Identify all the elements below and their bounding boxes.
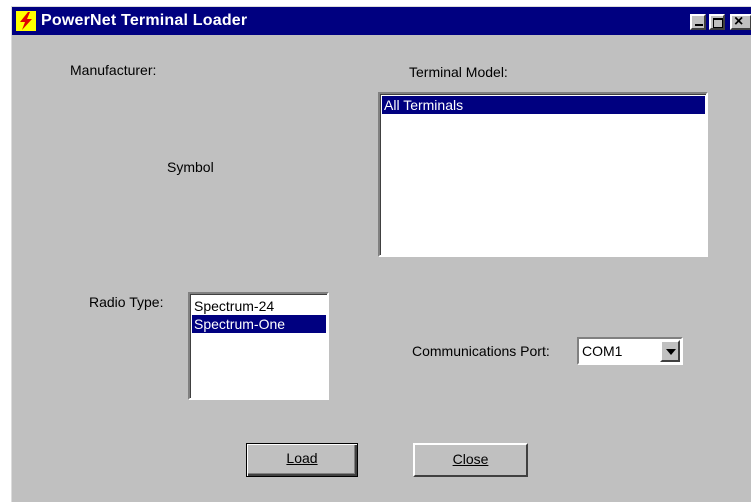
list-item[interactable]: Spectrum-24: [192, 297, 326, 315]
terminal-model-list-inner: All Terminals: [380, 94, 706, 255]
minimize-icon[interactable]: [690, 14, 706, 30]
close-icon[interactable]: ×: [730, 13, 751, 30]
title-bar[interactable]: PowerNet Terminal Loader ×: [12, 7, 751, 35]
radio-type-label: Radio Type:: [89, 294, 164, 310]
maximize-icon[interactable]: [709, 14, 725, 30]
window-title: PowerNet Terminal Loader: [41, 12, 248, 29]
manufacturer-value: Symbol: [167, 159, 214, 175]
lightning-app-icon: [16, 11, 36, 31]
radio-type-listbox[interactable]: Spectrum-24 Spectrum-One: [188, 292, 329, 400]
chevron-down-icon[interactable]: [660, 340, 680, 362]
close-button[interactable]: Close: [413, 443, 528, 477]
communications-port-value: COM1: [582, 343, 623, 359]
close-button-label: Close: [452, 451, 489, 467]
communications-port-label: Communications Port:: [412, 343, 550, 359]
list-item[interactable]: Spectrum-One: [192, 315, 326, 333]
powernet-terminal-loader-window: PowerNet Terminal Loader × Manufacturer:…: [11, 6, 751, 502]
communications-port-select[interactable]: COM1: [577, 337, 683, 365]
radio-type-list-inner: Spectrum-24 Spectrum-One: [190, 294, 327, 398]
load-button-label: Load: [286, 450, 318, 466]
manufacturer-label: Manufacturer:: [70, 62, 157, 78]
load-button[interactable]: Load: [246, 443, 358, 477]
list-item[interactable]: All Terminals: [382, 96, 705, 114]
terminal-model-label: Terminal Model:: [409, 64, 508, 80]
terminal-model-listbox[interactable]: All Terminals: [378, 92, 708, 257]
